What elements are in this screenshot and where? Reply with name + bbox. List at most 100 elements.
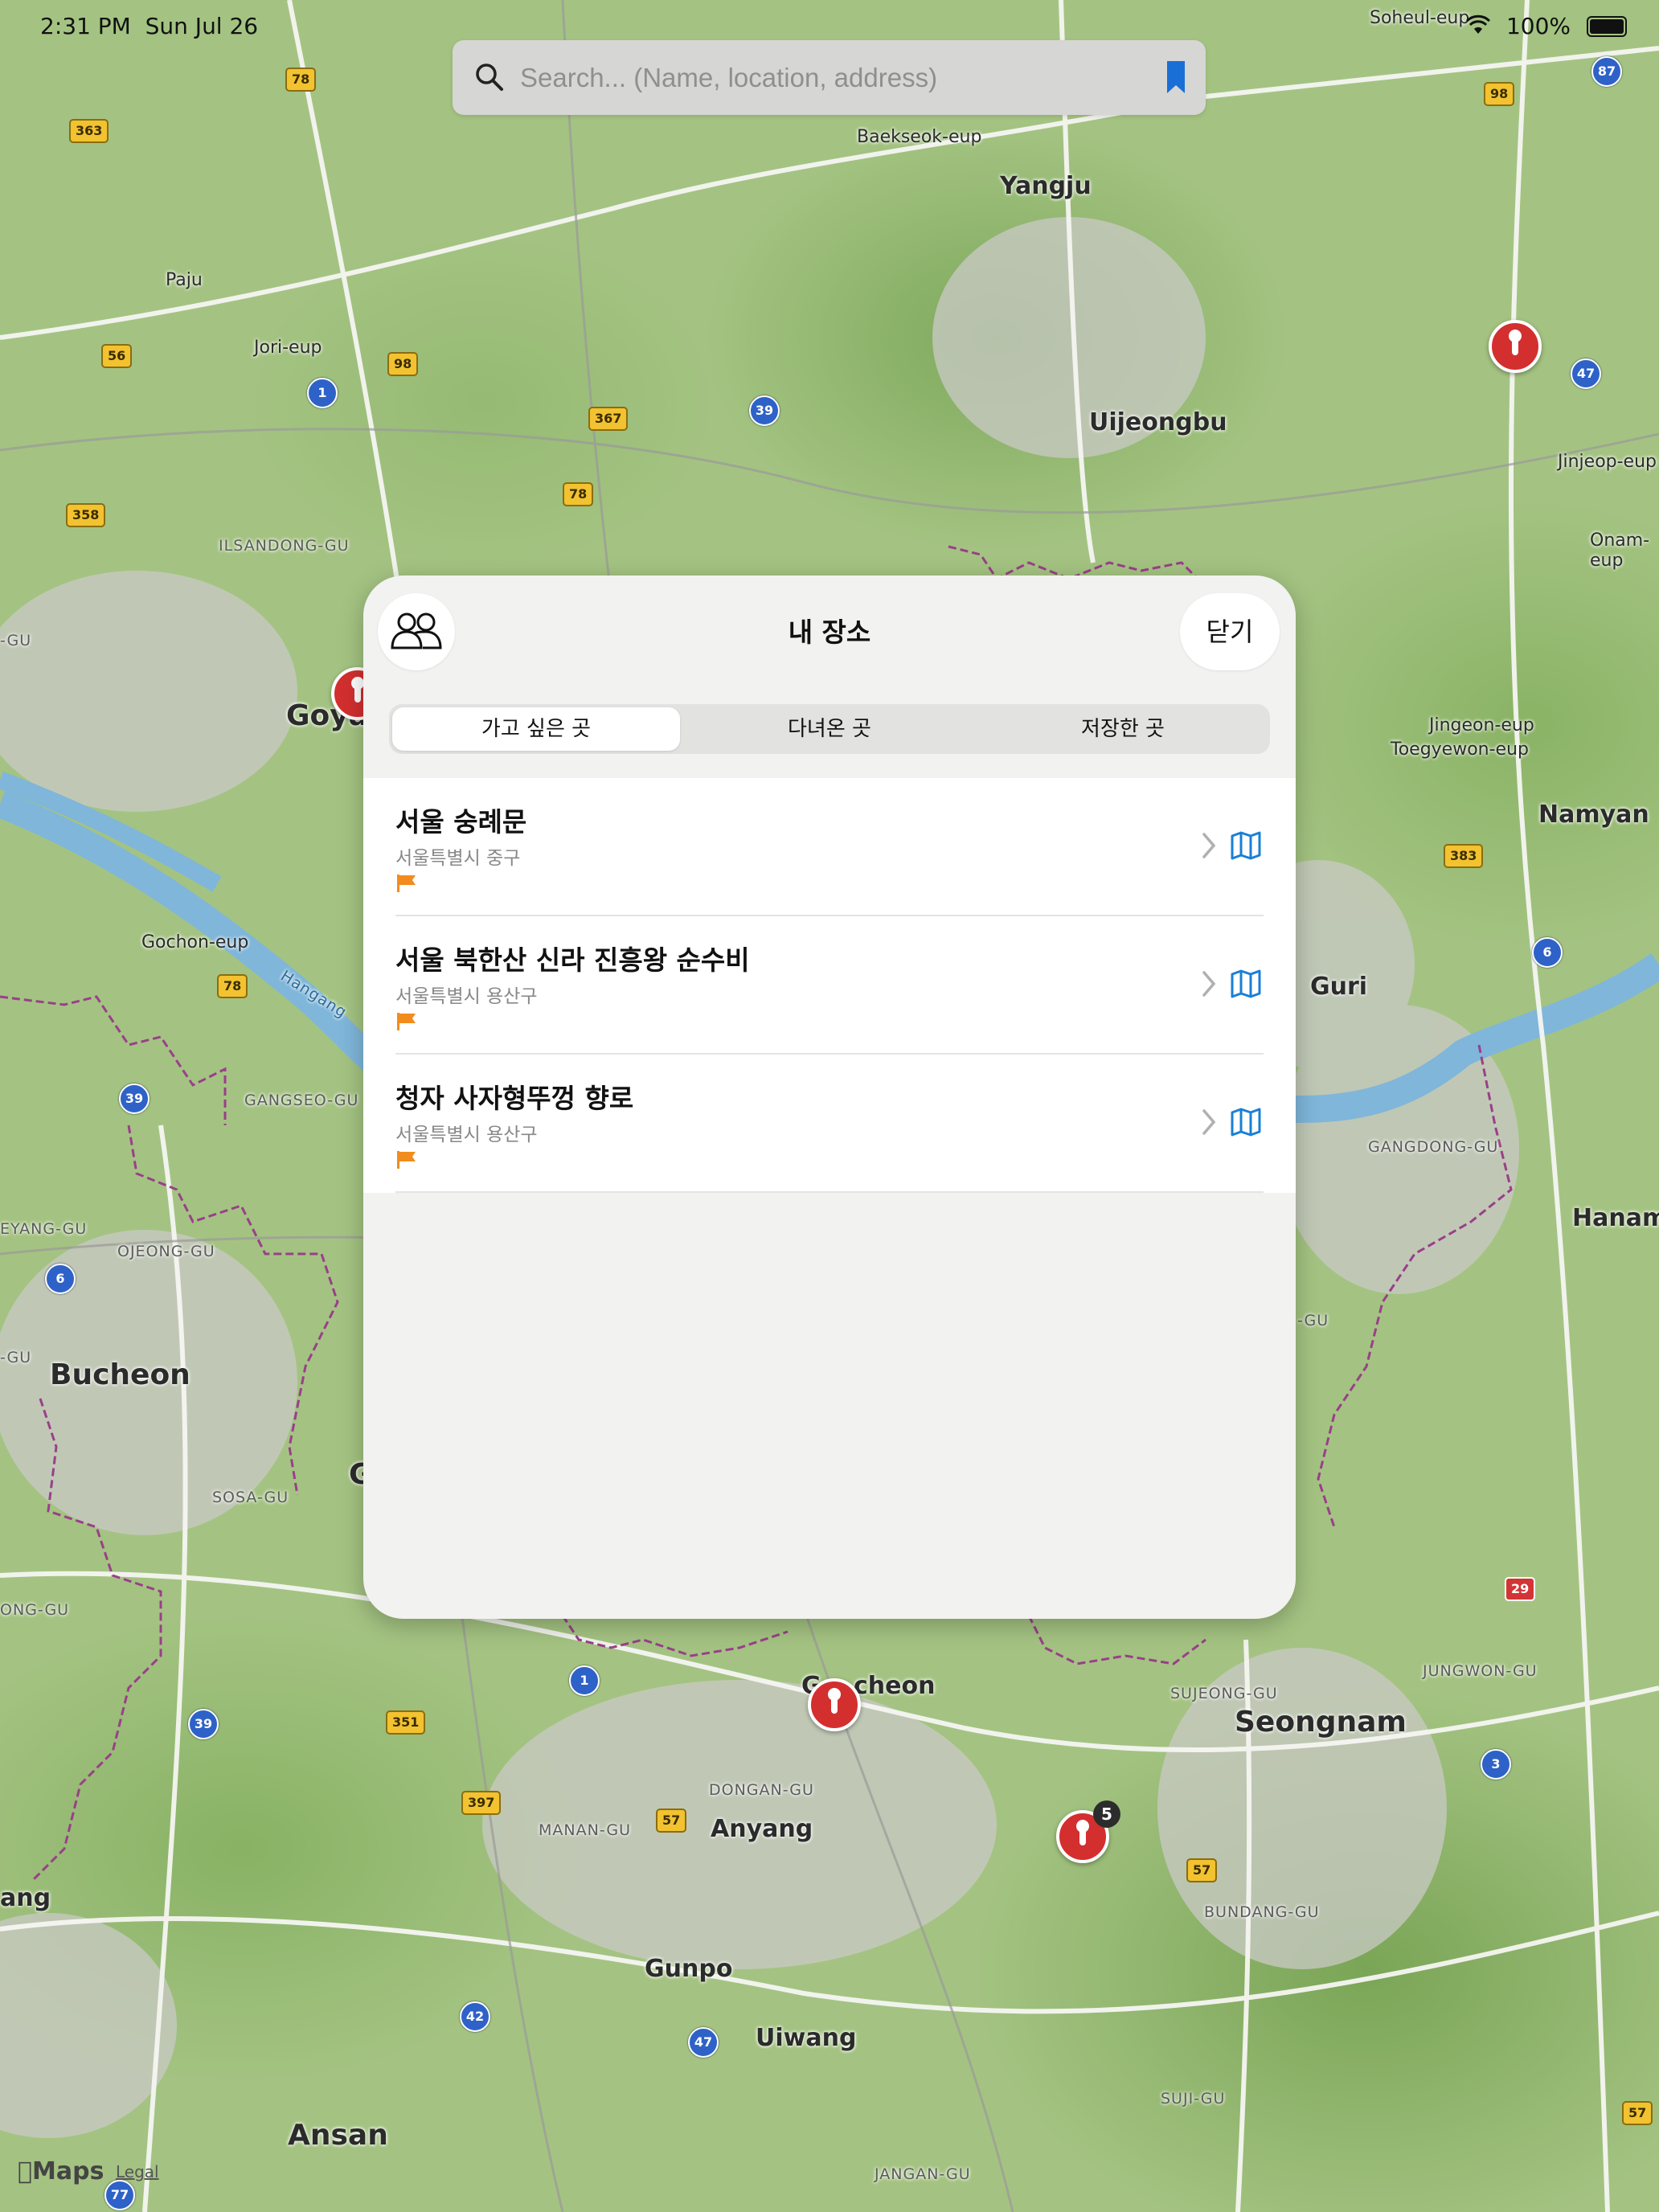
route-shield: 78: [217, 974, 248, 998]
city-label: Anyang: [711, 1815, 813, 1843]
maps-logo: Maps: [18, 2157, 104, 2185]
map-icon[interactable]: [1230, 1106, 1262, 1138]
district-label: EYANG-GU: [0, 1220, 88, 1238]
city-label: cheon: [854, 1672, 936, 1700]
route-shield: 78: [563, 482, 594, 506]
flag-icon: [397, 875, 416, 892]
search-icon: [476, 63, 503, 91]
panel-title: 내 장소: [788, 616, 871, 648]
district-label: OJEONG-GU: [117, 1243, 215, 1260]
map-icon[interactable]: [1230, 968, 1262, 1000]
place-address: 서울특별시 용산구: [395, 986, 538, 1007]
search-bar[interactable]: [453, 40, 1206, 115]
district-label: JUNGWON-GU: [1423, 1662, 1538, 1680]
city-label: Namyan: [1538, 801, 1649, 829]
route-shield: 87: [1591, 56, 1622, 87]
district-label: ONG-GU: [0, 1601, 70, 1619]
route-shield: 57: [1622, 2101, 1653, 2125]
route-shield: 383: [1444, 844, 1484, 868]
place-pin[interactable]: [1489, 320, 1542, 373]
route-shield: 98: [1484, 82, 1515, 106]
map-icon[interactable]: [1230, 830, 1262, 862]
segmented-control: 가고 싶은 곳 다녀온 곳 저장한 곳: [389, 704, 1270, 754]
wifi-icon: [1466, 14, 1490, 34]
town-label: Jori-eup: [254, 338, 322, 358]
route-shield: 1: [569, 1665, 600, 1696]
chevron-right-icon[interactable]: [1201, 969, 1217, 998]
city-label: Uiwang: [756, 2024, 857, 2052]
cluster-count-badge: 5: [1093, 1800, 1120, 1828]
place-address: 서울특별시 용산구: [395, 1124, 538, 1145]
battery-icon: [1587, 16, 1627, 37]
district-label: SOSA-GU: [212, 1489, 289, 1506]
tab-want-to-go[interactable]: 가고 싶은 곳: [392, 707, 680, 751]
city-label: Guri: [1310, 973, 1368, 1001]
city-label: Yangju: [1000, 172, 1092, 200]
district-label: -GU: [1297, 1312, 1329, 1329]
city-label: Gunpo: [645, 1955, 733, 1983]
route-shield: 77: [104, 2180, 135, 2210]
search-input[interactable]: [518, 55, 1133, 101]
route-shield: 57: [1186, 1858, 1218, 1882]
route-shield: 363: [69, 119, 109, 143]
route-shield: 1: [307, 378, 338, 408]
route-shield: 29: [1505, 1577, 1536, 1601]
route-shield: 98: [387, 352, 419, 376]
district-label: BUNDANG-GU: [1204, 1903, 1320, 1921]
legal-link[interactable]: Legal: [116, 2162, 159, 2181]
route-shield: 56: [101, 344, 133, 368]
route-shield: 47: [688, 2027, 719, 2058]
battery-percent: 100%: [1505, 13, 1571, 39]
city-label: Uijeongbu: [1089, 408, 1227, 436]
route-shield: 3: [1481, 1749, 1511, 1780]
status-time: 2:31 PM Sun Jul 26: [40, 13, 259, 39]
tab-saved[interactable]: 저장한 곳: [979, 707, 1267, 751]
city-label: Ansan: [288, 2119, 388, 2152]
route-shield: 39: [749, 395, 780, 426]
close-button[interactable]: 닫기: [1180, 593, 1280, 670]
town-label: Baekseok-eup: [857, 127, 982, 147]
list-item[interactable]: 청자 사자형뚜껑 향로 서울특별시 용산구: [363, 1055, 1296, 1193]
town-label: Toegyewon-eup: [1391, 739, 1529, 760]
district-label: JANGAN-GU: [875, 2165, 971, 2183]
route-shield: 39: [119, 1083, 150, 1114]
chevron-right-icon[interactable]: [1201, 831, 1217, 860]
city-label: Seongnam: [1235, 1706, 1407, 1739]
divider: [395, 1191, 1264, 1193]
route-shield: 6: [45, 1264, 76, 1294]
route-shield: 39: [188, 1709, 219, 1739]
chevron-right-icon[interactable]: [1201, 1108, 1217, 1137]
apple-logo-icon: : [18, 2157, 32, 2185]
route-shield: 358: [66, 503, 106, 527]
district-label: GANGSEO-GU: [244, 1092, 359, 1109]
route-shield: 351: [386, 1710, 426, 1735]
route-shield: 42: [460, 2001, 490, 2032]
city-label: Hanam: [1572, 1204, 1659, 1232]
place-title: 서울 숭례문: [395, 806, 527, 838]
district-label: -GU: [0, 632, 32, 649]
district-label: ILSANDONG-GU: [219, 537, 350, 555]
list-item[interactable]: 서울 숭례문 서울특별시 중구: [363, 778, 1296, 916]
town-label: Onam-eup: [1590, 530, 1650, 571]
place-title: 청자 사자형뚜껑 향로: [395, 1083, 634, 1114]
town-label: Jingeon-eup: [1429, 715, 1534, 735]
city-label: ang: [0, 1884, 51, 1912]
bookmark-icon[interactable]: [1164, 59, 1188, 95]
route-shield: 47: [1571, 358, 1601, 389]
district-label: MANAN-GU: [539, 1821, 631, 1839]
places-list: 서울 숭례문 서울특별시 중구 서울 북한산 신라 진흥왕 순수비 서울특별시 …: [363, 778, 1296, 1193]
town-label: Gochon-eup: [141, 932, 249, 952]
tab-visited[interactable]: 다녀온 곳: [686, 707, 973, 751]
town-label: Paju: [166, 270, 203, 290]
place-pin[interactable]: [808, 1678, 861, 1731]
flag-icon: [397, 1151, 416, 1169]
district-label: DONGAN-GU: [709, 1781, 814, 1799]
route-shield: 397: [461, 1791, 502, 1815]
route-shield: 6: [1532, 937, 1563, 968]
route-shield: 367: [588, 407, 629, 431]
district-label: SUJEONG-GU: [1170, 1685, 1278, 1702]
place-address: 서울특별시 중구: [395, 848, 521, 869]
list-item[interactable]: 서울 북한산 신라 진흥왕 순수비 서울특별시 용산구: [363, 916, 1296, 1055]
route-shield: 57: [656, 1809, 687, 1833]
district-label: SUJI-GU: [1161, 2090, 1226, 2108]
